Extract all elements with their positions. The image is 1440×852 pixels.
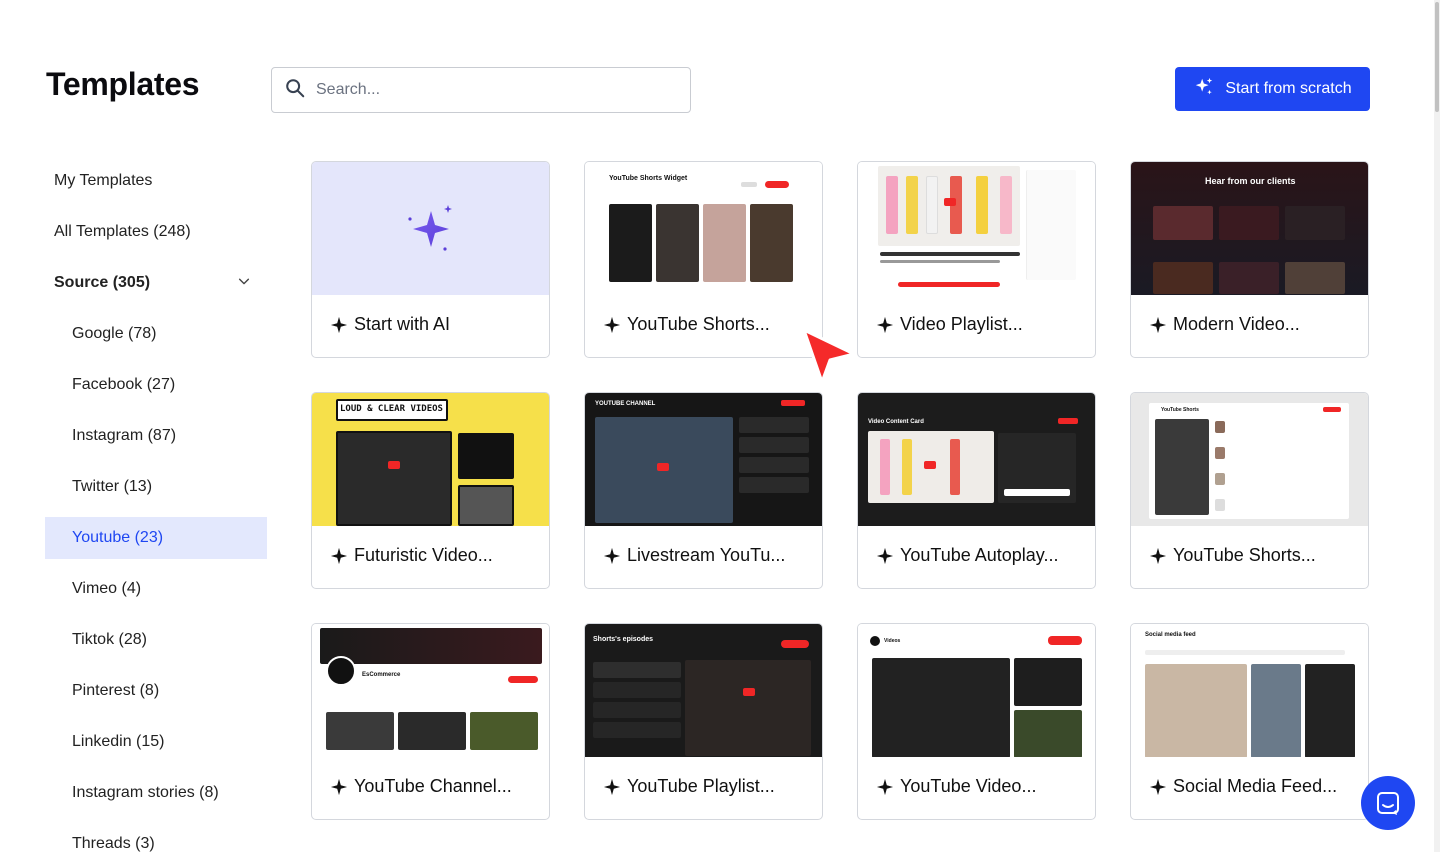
sidebar-item-instagram[interactable]: Instagram (87) — [45, 415, 267, 457]
card-label: Social Media Feed... — [1173, 776, 1338, 796]
scrollbar-thumb[interactable] — [1435, 2, 1439, 112]
card-thumbnail — [312, 162, 549, 295]
template-card-youtube-playlist[interactable]: Shorts's episodes YouTube Playlist... — [584, 623, 823, 820]
card-thumbnail: YouTube Shorts — [1131, 393, 1368, 526]
sidebar-item-pinterest[interactable]: Pinterest (8) — [45, 670, 267, 712]
start-from-scratch-label: Start from scratch — [1225, 80, 1352, 97]
sidebar-item-threads[interactable]: Threads (3) — [45, 823, 267, 852]
sparkle-icon — [1149, 778, 1167, 795]
sidebar-item-my-templates[interactable]: My Templates — [45, 160, 267, 202]
card-label: YouTube Video... — [900, 776, 1037, 796]
thumb-title: YOUTUBE CHANNEL — [595, 401, 656, 407]
card-thumbnail: EsCommerce — [312, 624, 549, 757]
sparkle-icon — [330, 547, 348, 564]
sidebar-item-facebook[interactable]: Facebook (27) — [45, 364, 267, 406]
sparkle-icon — [1149, 316, 1167, 333]
template-card-start-with-ai[interactable]: Start with AI — [311, 161, 550, 358]
thumb-title: LOUD & CLEAR VIDEOS — [340, 404, 443, 414]
sidebar-item-instagram-stories[interactable]: Instagram stories (8) — [45, 772, 267, 814]
template-card-social-media-feed[interactable]: Social media feed Social Media Feed... — [1130, 623, 1369, 820]
search-icon — [284, 77, 306, 104]
card-thumbnail: Video Content Card — [858, 393, 1095, 526]
page-title: Templates — [46, 66, 200, 102]
thumb-title: Hear from our clients — [1205, 176, 1296, 186]
sparkle-icon — [876, 547, 894, 564]
sparkle-icon — [330, 778, 348, 795]
card-label: YouTube Autoplay... — [900, 545, 1059, 565]
sparkles-icon — [1193, 76, 1215, 103]
thumb-title: EsCommerce — [362, 672, 401, 678]
template-card-youtube-shorts-2[interactable]: YouTube Shorts YouTube Shorts... — [1130, 392, 1369, 589]
sidebar-item-source[interactable]: Source (305) — [45, 262, 267, 304]
sidebar-item-vimeo[interactable]: Vimeo (4) — [45, 568, 267, 610]
card-label: YouTube Shorts... — [1173, 545, 1316, 565]
sparkle-icon — [876, 316, 894, 333]
template-card-modern-video[interactable]: Hear from our clients Modern Video... — [1130, 161, 1369, 358]
thumb-title: YouTube Shorts — [1161, 407, 1199, 413]
card-label: Video Playlist... — [900, 314, 1023, 334]
thumb-title: Shorts's episodes — [593, 636, 654, 643]
sidebar-item-all-templates[interactable]: All Templates (248) — [45, 211, 267, 253]
sidebar-item-linkedin[interactable]: Linkedin (15) — [45, 721, 267, 763]
card-thumbnail: Videos — [858, 624, 1095, 757]
sparkle-icon — [603, 316, 621, 333]
start-from-scratch-button[interactable]: Start from scratch — [1175, 67, 1370, 111]
card-thumbnail: YOUTUBE CHANNEL — [585, 393, 822, 526]
search-box[interactable] — [271, 67, 691, 113]
sidebar-item-google[interactable]: Google (78) — [45, 313, 267, 355]
search-input[interactable] — [316, 81, 676, 99]
card-label: YouTube Shorts... — [627, 314, 770, 334]
card-thumbnail: Social media feed — [1131, 624, 1368, 757]
sparkle-icon — [1149, 547, 1167, 564]
template-card-video-playlist[interactable]: Video Playlist... — [857, 161, 1096, 358]
chat-icon — [1377, 792, 1399, 815]
thumb-title: YouTube Shorts Widget — [609, 175, 688, 182]
chat-support-button[interactable] — [1361, 776, 1415, 830]
sidebar-item-tiktok[interactable]: Tiktok (28) — [45, 619, 267, 661]
template-card-futuristic-video[interactable]: LOUD & CLEAR VIDEOS Futuristic Video... — [311, 392, 550, 589]
card-label: YouTube Channel... — [354, 776, 512, 796]
sparkle-icon — [330, 316, 348, 333]
card-label: Modern Video... — [1173, 314, 1300, 334]
sidebar-item-twitter[interactable]: Twitter (13) — [45, 466, 267, 508]
sparkle-icon — [603, 547, 621, 564]
page-scrollbar[interactable] — [1434, 0, 1440, 852]
template-card-livestream-youtube[interactable]: YOUTUBE CHANNEL Livestream YouTu... — [584, 392, 823, 589]
card-thumbnail: YouTube Shorts Widget — [585, 162, 822, 295]
template-card-youtube-channel[interactable]: EsCommerce YouTube Channel... — [311, 623, 550, 820]
template-card-youtube-video[interactable]: Videos YouTube Video... — [857, 623, 1096, 820]
mouse-pointer-icon — [802, 328, 856, 384]
sparkle-icon — [876, 778, 894, 795]
thumb-title: Video Content Card — [868, 419, 924, 425]
card-label: Futuristic Video... — [354, 545, 493, 565]
sidebar-item-youtube[interactable]: Youtube (23) — [45, 517, 267, 559]
template-card-youtube-shorts[interactable]: YouTube Shorts Widget YouTube Shorts... — [584, 161, 823, 358]
template-card-youtube-autoplay[interactable]: Video Content Card YouTube Autoplay... — [857, 392, 1096, 589]
card-label: Start with AI — [354, 314, 451, 334]
ai-sparkle-icon — [407, 204, 452, 251]
thumb-title: Videos — [884, 638, 901, 644]
thumb-title: Social media feed — [1145, 632, 1196, 638]
card-thumbnail: LOUD & CLEAR VIDEOS — [312, 393, 549, 526]
card-label: YouTube Playlist... — [627, 776, 775, 796]
card-label: Livestream YouTu... — [627, 545, 786, 565]
sparkle-icon — [603, 778, 621, 795]
card-thumbnail: Shorts's episodes — [585, 624, 822, 757]
sidebar: My Templates All Templates (248) Source … — [45, 160, 267, 852]
sidebar-source-label: Source (305) — [54, 274, 151, 291]
card-thumbnail: Hear from our clients — [1131, 162, 1368, 295]
chevron-down-icon — [237, 274, 251, 293]
card-thumbnail — [858, 162, 1095, 295]
